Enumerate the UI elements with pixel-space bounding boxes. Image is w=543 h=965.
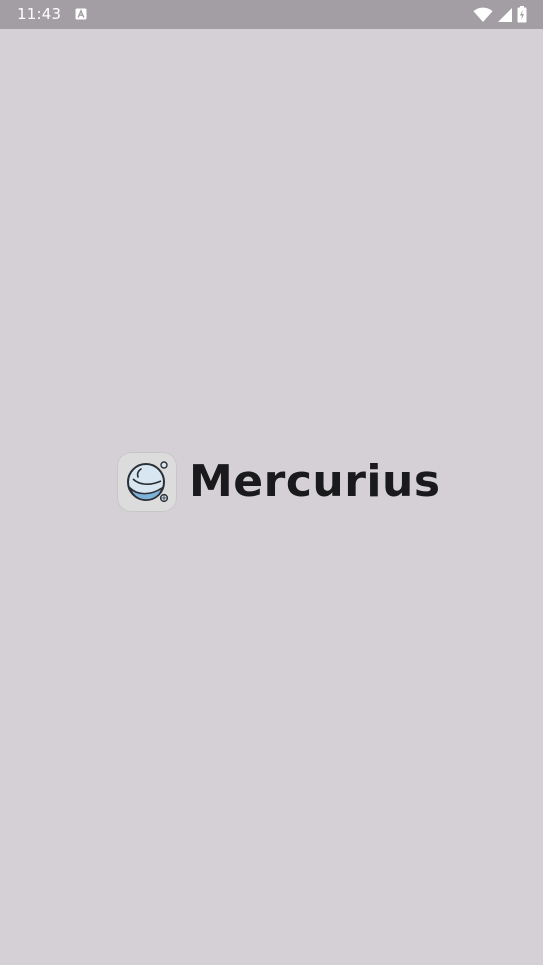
status-bar: 11:43 [0, 0, 543, 29]
battery-charging-icon [517, 6, 527, 23]
status-icons [473, 6, 527, 23]
app-name: Mercurius [189, 456, 441, 507]
app-logo: Mercurius [117, 452, 441, 512]
wifi-icon [473, 7, 493, 22]
status-time: 11:43 [17, 5, 62, 23]
a-letter-icon [75, 8, 87, 20]
cellular-signal-icon [498, 7, 512, 22]
mercurius-planet-logo-icon [117, 452, 177, 512]
